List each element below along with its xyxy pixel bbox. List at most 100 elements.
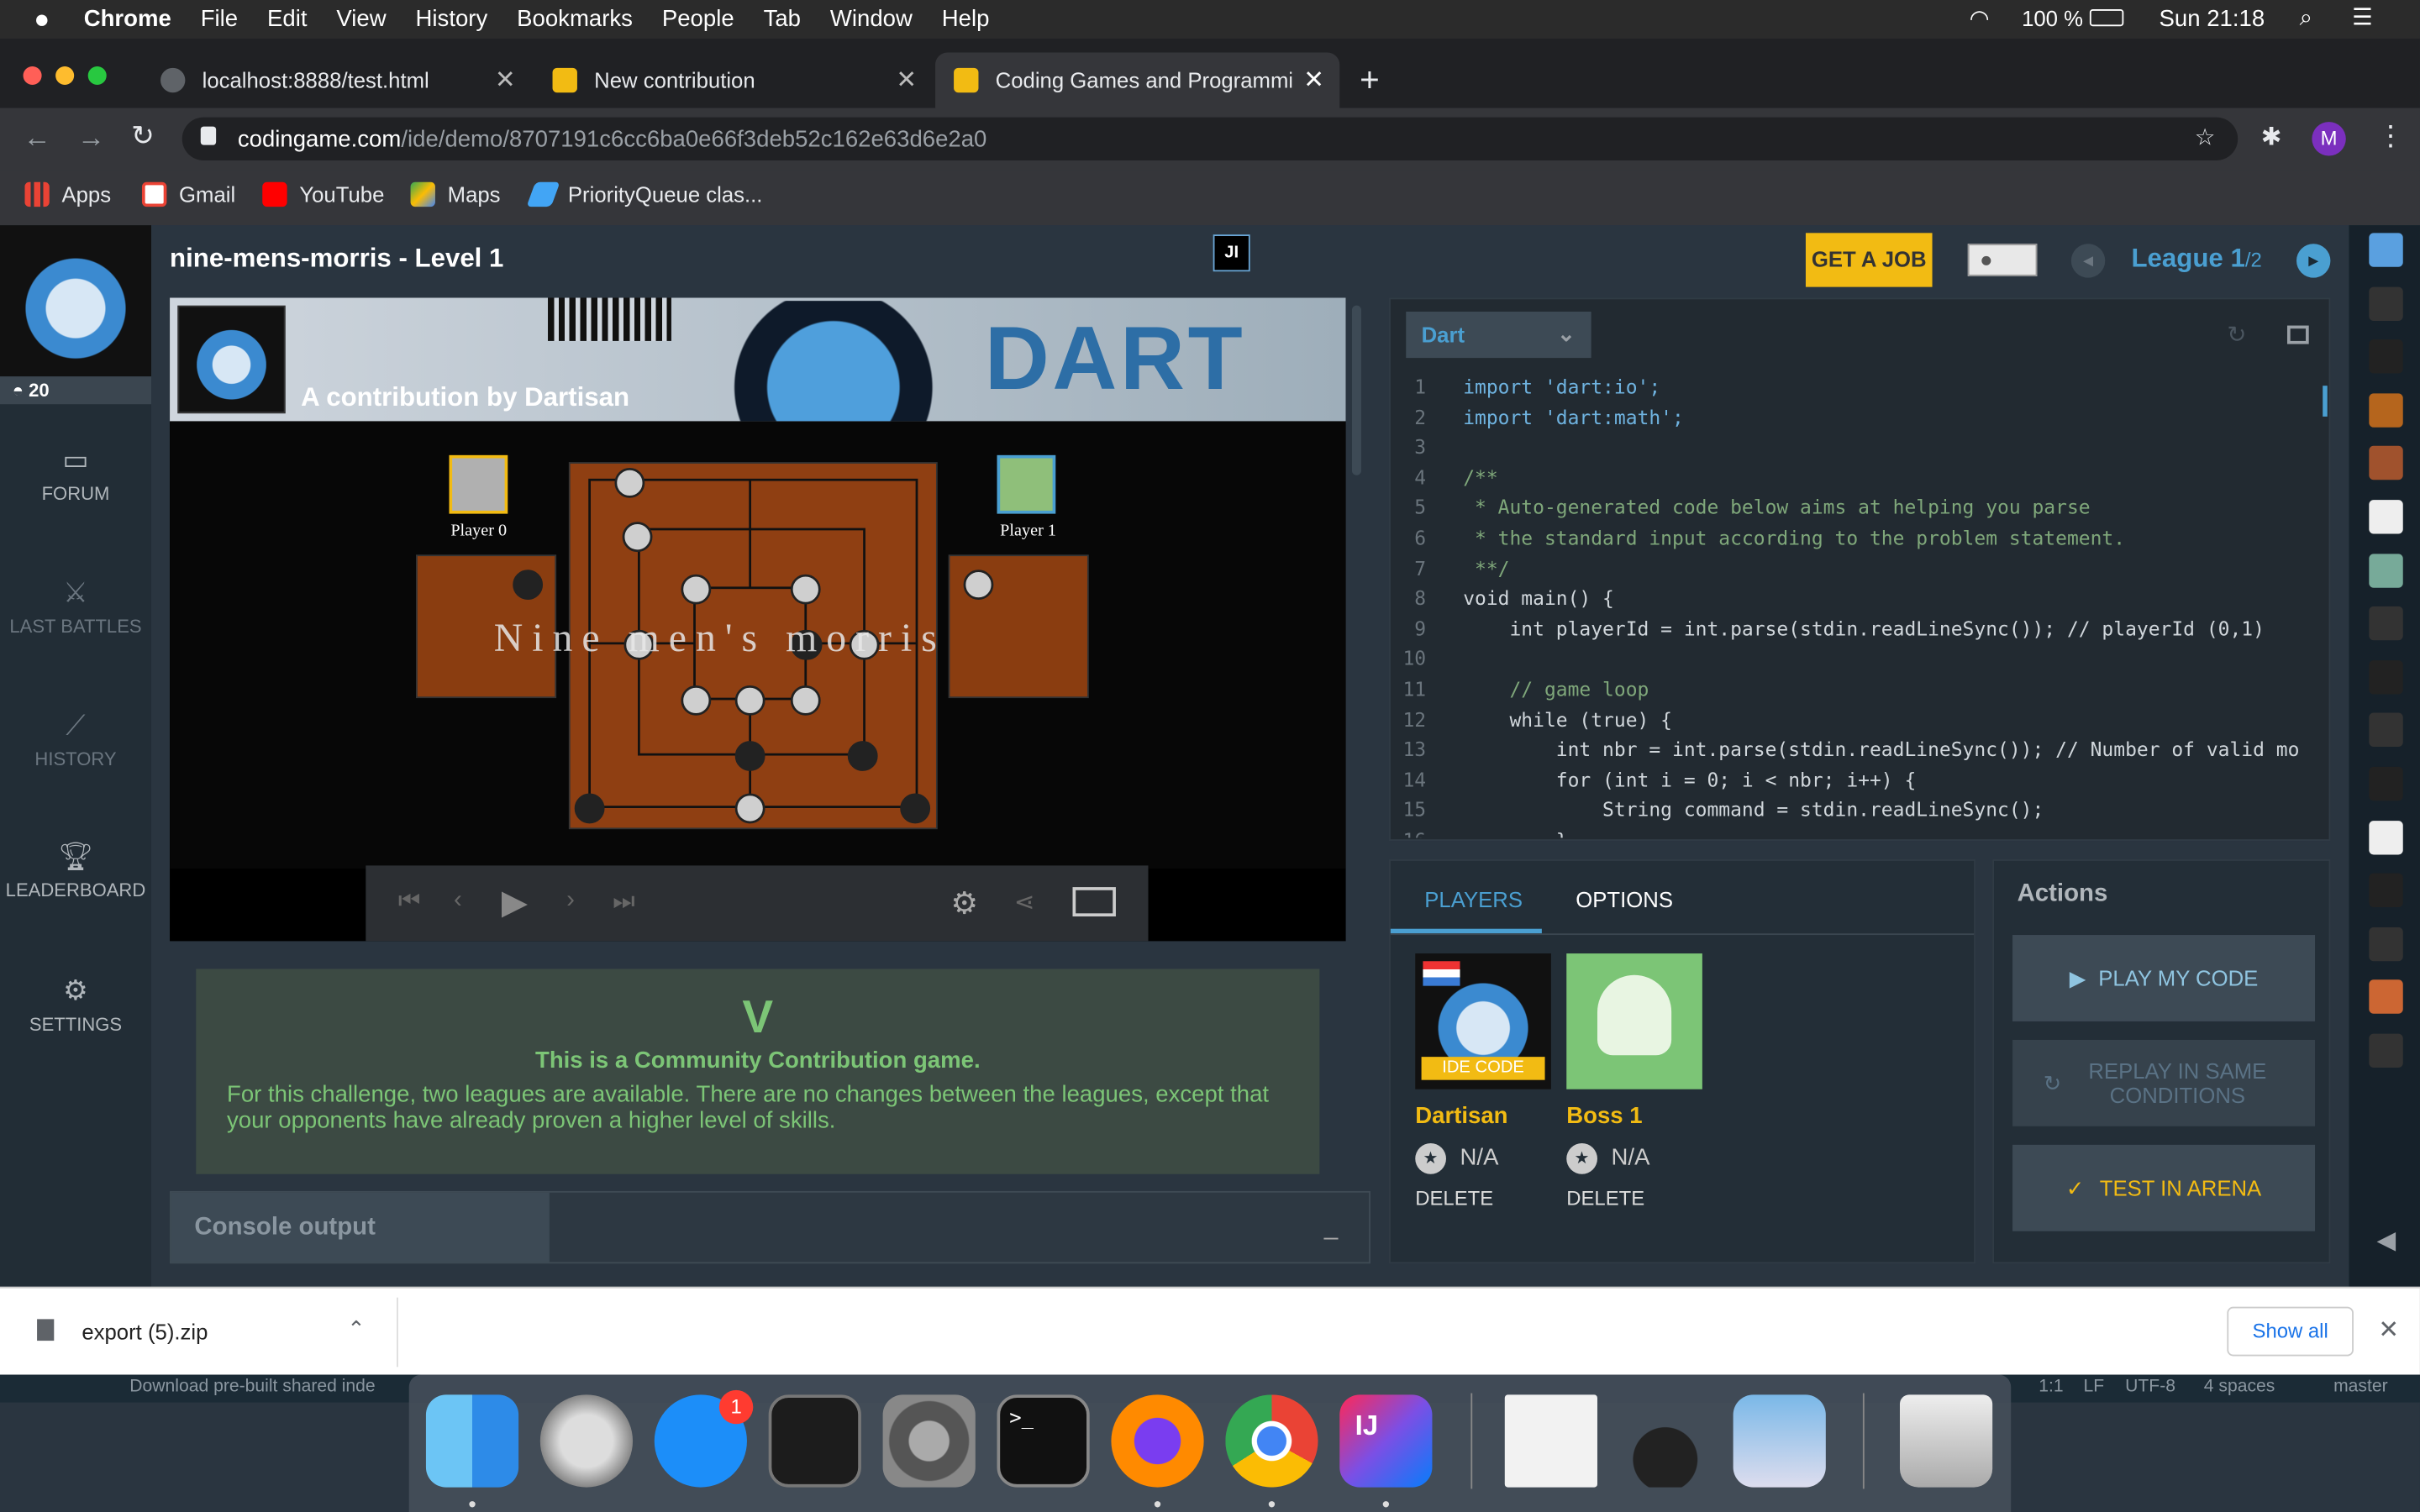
chevron-up-icon[interactable]: ⌃: [347, 1316, 366, 1342]
forward-icon[interactable]: →: [77, 122, 105, 155]
menu-dots-icon[interactable]: ⋮: [2377, 120, 2405, 153]
finder-icon[interactable]: [425, 1394, 519, 1488]
menu-bookmarks[interactable]: Bookmarks: [517, 6, 633, 32]
zoom-window-icon[interactable]: [87, 66, 107, 86]
menu-app[interactable]: Chrome: [84, 6, 171, 32]
firefox-icon[interactable]: [1111, 1394, 1204, 1488]
code-line[interactable]: String command = stdin.readLineSync();: [1463, 798, 2044, 822]
settings-gear-icon[interactable]: ⚙: [950, 884, 978, 922]
menu-tab[interactable]: Tab: [764, 6, 801, 32]
jetbrains-logo-icon[interactable]: JI: [1213, 234, 1250, 272]
view-toggle[interactable]: [1967, 244, 2038, 276]
code-line[interactable]: **/: [1463, 556, 1509, 580]
code-line[interactable]: * Auto-generated code below aims at help…: [1463, 496, 2091, 519]
console-output-panel[interactable]: Console output _: [170, 1190, 1370, 1264]
game-viewer[interactable]: DART A contribution by Dartisan Player 0…: [170, 297, 1346, 942]
menu-edit[interactable]: Edit: [267, 6, 307, 32]
chat-user-avatar[interactable]: [2369, 927, 2403, 961]
control-center-icon[interactable]: ☰: [2352, 3, 2373, 31]
battery-icon[interactable]: [2089, 9, 2124, 27]
menu-help[interactable]: Help: [942, 6, 990, 32]
show-all-button[interactable]: Show all: [2227, 1306, 2354, 1357]
back-icon[interactable]: ←: [24, 122, 51, 155]
chat-user-avatar[interactable]: [2369, 713, 2403, 748]
nav-last-battles[interactable]: ⚔ LAST BATTLES: [0, 577, 151, 638]
chat-user-avatar[interactable]: [2369, 1033, 2403, 1068]
chat-user-avatar[interactable]: [2369, 392, 2403, 428]
clock[interactable]: Sun 21:18: [2160, 6, 2265, 32]
bookmark-priorityqueue[interactable]: PriorityQueue clas...: [526, 181, 762, 207]
expand-icon[interactable]: [2286, 325, 2309, 344]
close-tab-icon[interactable]: ✕: [896, 65, 917, 96]
delete-dartisan-button[interactable]: DELETE: [1415, 1186, 1493, 1210]
chat-user-avatar[interactable]: [2369, 659, 2403, 695]
nav-forum[interactable]: ▭ FORUM: [0, 444, 151, 505]
document-icon[interactable]: [1504, 1394, 1597, 1488]
url-bar[interactable]: codingame.com/ide/demo/8707191c6cc6ba0e6…: [182, 117, 2238, 161]
tab-localhost[interactable]: localhost:8888/test.html ✕: [142, 52, 531, 108]
bookmark-maps[interactable]: Maps: [410, 181, 501, 207]
code-line[interactable]: import 'dart:math';: [1463, 405, 1684, 428]
launchpad-icon[interactable]: [539, 1394, 634, 1488]
code-line[interactable]: import 'dart:io';: [1463, 375, 1660, 398]
nav-settings[interactable]: ⚙ SETTINGS: [0, 975, 151, 1036]
replay-same-conditions-button[interactable]: ↻ REPLAY IN SAME CONDITIONS: [2012, 1039, 2316, 1126]
tab-options[interactable]: OPTIONS: [1544, 861, 1698, 933]
share-icon[interactable]: ⋖: [1014, 887, 1035, 918]
code-line[interactable]: * the standard input according to the pr…: [1463, 526, 2125, 549]
menu-window[interactable]: Window: [830, 6, 913, 32]
play-my-code-button[interactable]: ▶ PLAY MY CODE: [2012, 935, 2316, 1021]
code-line[interactable]: /**: [1463, 465, 1497, 489]
league-prev-icon[interactable]: ◂: [2070, 244, 2106, 278]
chat-user-avatar[interactable]: [2369, 873, 2403, 908]
inkscape-icon[interactable]: [1618, 1394, 1712, 1488]
reload-icon[interactable]: ↻: [131, 120, 155, 153]
close-icon[interactable]: ✕: [2378, 1315, 2399, 1346]
chat-user-avatar[interactable]: [2369, 553, 2403, 588]
close-tab-icon[interactable]: ✕: [495, 65, 516, 96]
close-tab-icon[interactable]: ✕: [1303, 65, 1324, 96]
extensions-icon[interactable]: ✱: [2261, 122, 2282, 153]
download-file-name[interactable]: export (5).zip: [82, 1319, 208, 1343]
player-card-boss[interactable]: [1566, 953, 1702, 1089]
collapse-chat-icon[interactable]: ◀: [2377, 1225, 2396, 1256]
viewer-scrollbar[interactable]: [1351, 305, 1361, 475]
language-select[interactable]: Dart ⌄: [1406, 312, 1591, 359]
chat-user-avatar[interactable]: [2369, 606, 2403, 641]
minimize-icon[interactable]: _: [1324, 1214, 1338, 1242]
search-icon[interactable]: ⌕: [2300, 5, 2312, 31]
menu-file[interactable]: File: [201, 6, 238, 32]
step-forward-icon[interactable]: ›: [566, 887, 575, 915]
fullscreen-icon[interactable]: [1072, 887, 1116, 916]
code-editor[interactable]: Dart ⌄ ↻ 1 import 'dart:io'; 2 import 'dart:…: [1389, 297, 2331, 842]
apple-icon[interactable]: ●: [34, 4, 50, 35]
tab-players[interactable]: PLAYERS: [1390, 861, 1542, 934]
chat-user-avatar[interactable]: [2369, 286, 2403, 321]
chat-user-avatar[interactable]: [2369, 446, 2403, 480]
bookmark-apps[interactable]: Apps: [24, 181, 111, 207]
new-tab-icon[interactable]: +: [1360, 60, 1380, 101]
chat-user-avatar[interactable]: [2369, 339, 2403, 374]
trash-icon[interactable]: [1899, 1394, 1993, 1488]
menu-history[interactable]: History: [416, 6, 488, 32]
code-line[interactable]: while (true) {: [1463, 707, 1672, 731]
wifi-icon[interactable]: ◠: [1970, 5, 1990, 32]
code-line[interactable]: // game loop: [1463, 677, 1649, 701]
tab-new-contribution[interactable]: New contribution ✕: [534, 52, 932, 108]
delete-boss-button[interactable]: DELETE: [1566, 1186, 1644, 1210]
editor-scrollbar[interactable]: [2323, 386, 2328, 417]
intellij-icon[interactable]: IJ: [1339, 1394, 1433, 1488]
chat-user-avatar[interactable]: [2369, 233, 2403, 267]
menu-view[interactable]: View: [336, 6, 386, 32]
activity-monitor-icon[interactable]: [768, 1394, 861, 1488]
code-line[interactable]: for (int i = 0; i < nbr; i++) {: [1463, 768, 1916, 791]
reset-icon[interactable]: ↻: [2227, 321, 2246, 349]
step-back-icon[interactable]: ‹: [454, 887, 462, 915]
player-card-dartisan[interactable]: IDE CODE: [1415, 953, 1551, 1089]
bookmark-youtube[interactable]: YouTube: [262, 181, 384, 207]
chat-user-avatar[interactable]: [2369, 766, 2403, 801]
battery-text[interactable]: 100 %: [2022, 6, 2083, 30]
fast-forward-icon[interactable]: ⏭: [613, 889, 634, 916]
bookmark-gmail[interactable]: Gmail: [141, 181, 235, 207]
play-icon[interactable]: ▶: [502, 883, 528, 923]
